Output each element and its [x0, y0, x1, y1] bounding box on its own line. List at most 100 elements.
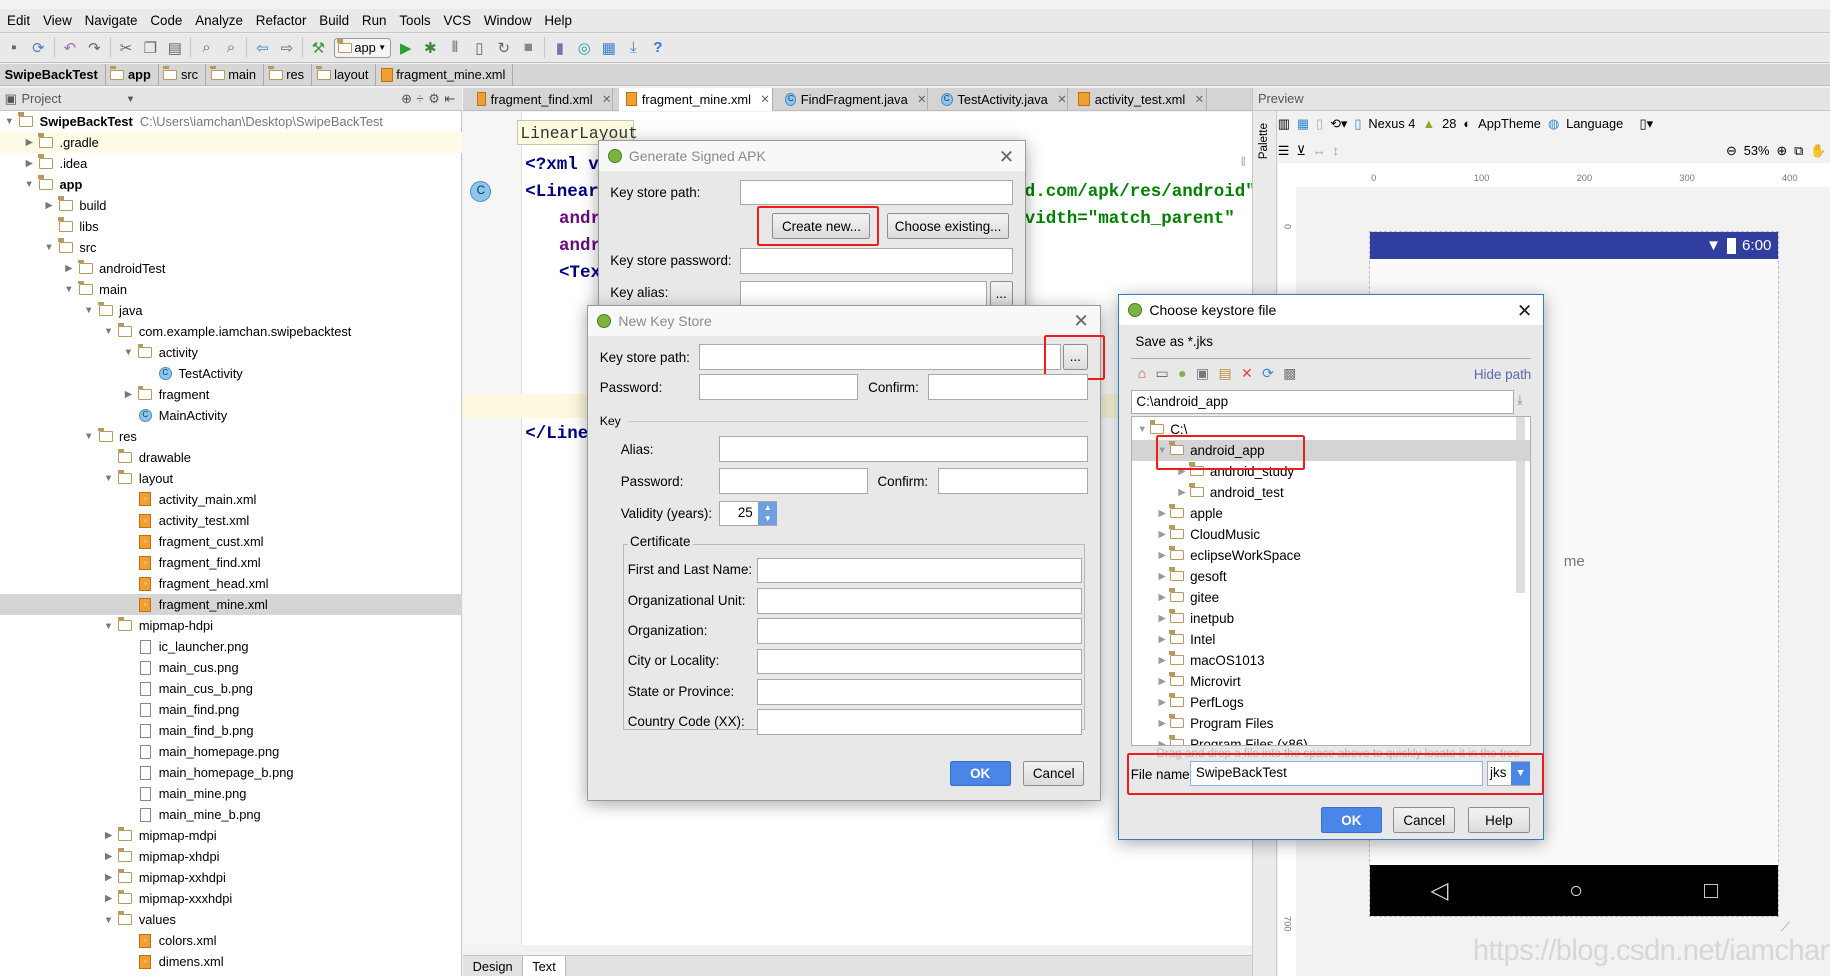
collapsed-arrow-icon[interactable]: ▶: [1154, 634, 1170, 645]
expanded-arrow-icon[interactable]: ▼: [102, 473, 116, 483]
directory-item[interactable]: ▶ CloudMusic: [1132, 524, 1530, 545]
ok-button[interactable]: OK: [1320, 807, 1382, 834]
tree-item[interactable]: ▼ layout: [0, 468, 462, 489]
collapsed-arrow-icon[interactable]: ▶: [102, 893, 116, 904]
design-view-icon[interactable]: ▥: [1278, 116, 1290, 132]
tree-item[interactable]: ▼ java: [0, 300, 462, 321]
api-select[interactable]: 28: [1442, 116, 1456, 131]
undo-icon[interactable]: ↶: [61, 39, 80, 58]
tree-item[interactable]: drawable: [0, 447, 462, 468]
make-hammer-icon[interactable]: ⚒: [309, 39, 328, 58]
tree-item[interactable]: ◦ fragment_mine.xml: [0, 594, 463, 616]
device-select[interactable]: Nexus 4: [1368, 116, 1415, 131]
refresh-icon[interactable]: ⟳: [1262, 365, 1274, 382]
copy-icon[interactable]: ❐: [141, 39, 160, 58]
menu-navigate[interactable]: Navigate: [85, 13, 138, 28]
expanded-arrow-icon[interactable]: ▼: [102, 621, 116, 631]
spinner-arrows-icon[interactable]: ▲ ▼: [758, 501, 778, 525]
key-alias-browse-button[interactable]: ...: [989, 281, 1013, 307]
menu-build[interactable]: Build: [319, 13, 349, 28]
expanded-arrow-icon[interactable]: ▼: [82, 305, 96, 315]
tree-item[interactable]: ▼ app: [0, 174, 462, 195]
tree-item[interactable]: ic_launcher.png: [0, 636, 462, 657]
delete-icon[interactable]: ✕: [1241, 365, 1253, 382]
tree-item[interactable]: ▶ mipmap-xxhdpi: [0, 867, 462, 888]
collapsed-arrow-icon[interactable]: ▶: [22, 158, 36, 169]
tree-item[interactable]: main_homepage.png: [0, 741, 462, 762]
tree-item[interactable]: ▶ mipmap-xhdpi: [0, 846, 462, 867]
apply-changes-icon[interactable]: ↻: [495, 39, 514, 58]
directory-item[interactable]: ▶ android_test: [1132, 482, 1530, 503]
paste-icon[interactable]: ▤: [166, 39, 185, 58]
directory-item[interactable]: ▶ macOS1013: [1132, 650, 1530, 671]
tree-item[interactable]: C TestActivity: [0, 363, 462, 384]
sdk-manager-icon[interactable]: ⤓: [624, 39, 643, 58]
collapsed-arrow-icon[interactable]: ▶: [1154, 655, 1170, 666]
cut-icon[interactable]: ✂: [117, 39, 136, 58]
path-history-icon[interactable]: ⤓: [1517, 392, 1523, 408]
directory-item[interactable]: ▶ inetpub: [1132, 608, 1530, 629]
locate-icon[interactable]: ⊕: [401, 91, 412, 107]
confirm-input[interactable]: [927, 374, 1088, 401]
blueprint-view-icon[interactable]: ▦: [1297, 116, 1309, 132]
path-input[interactable]: C:\android_app: [1130, 389, 1514, 415]
tree-item[interactable]: ▼ values: [0, 909, 462, 930]
module-folder-icon[interactable]: ▣: [1196, 365, 1209, 382]
menu-run[interactable]: Run: [362, 13, 387, 28]
directory-item[interactable]: ▶ PerfLogs: [1132, 692, 1530, 713]
expanded-arrow-icon[interactable]: ▼: [121, 347, 135, 357]
menu-help[interactable]: Help: [544, 13, 572, 28]
alias-input[interactable]: [718, 436, 1088, 462]
help-icon[interactable]: ?: [649, 39, 668, 58]
collapsed-arrow-icon[interactable]: ▶: [1154, 697, 1170, 708]
collapsed-arrow-icon[interactable]: ▶: [102, 851, 116, 862]
project-icon[interactable]: ●: [1178, 365, 1186, 382]
collapsed-arrow-icon[interactable]: ▶: [1154, 676, 1170, 687]
key-confirm-input[interactable]: [938, 467, 1088, 494]
directory-item[interactable]: ▶ eclipseWorkSpace: [1132, 545, 1530, 566]
close-icon[interactable]: ✕: [1517, 300, 1533, 322]
key-alias-input[interactable]: [739, 281, 988, 307]
collapsed-arrow-icon[interactable]: ▶: [22, 137, 36, 148]
hide-path-link[interactable]: Hide path: [1474, 367, 1531, 382]
menu-view[interactable]: View: [43, 13, 72, 28]
tree-item[interactable]: ▼ SwipeBackTest C:\Users\iamchan\Desktop\S…: [0, 111, 462, 132]
directory-item[interactable]: ▶ apple: [1132, 503, 1530, 524]
run-config-select[interactable]: app ▼: [333, 38, 391, 58]
breadcrumb-item[interactable]: main: [206, 63, 265, 86]
tree-item[interactable]: libs: [0, 216, 462, 237]
tree-item[interactable]: ◦ activity_main.xml: [0, 489, 462, 510]
show-hidden-icon[interactable]: ▩: [1283, 365, 1296, 382]
directory-item[interactable]: ▶ Program Files (x86): [1132, 734, 1530, 745]
tree-item[interactable]: ◦ fragment_cust.xml: [0, 531, 462, 552]
ok-button[interactable]: OK: [949, 760, 1011, 787]
collapsed-arrow-icon[interactable]: ▶: [121, 389, 135, 400]
certificate-field-input[interactable]: [757, 588, 1082, 614]
tree-item[interactable]: ▶ mipmap-xxxhdpi: [0, 888, 462, 909]
tree-item[interactable]: ▼ src: [0, 237, 462, 258]
run-icon[interactable]: ▶: [397, 39, 416, 58]
tab-testactivity-java[interactable]: C TestActivity.java ✕: [934, 87, 1068, 111]
tree-item[interactable]: C MainActivity: [0, 405, 462, 426]
tree-item[interactable]: main_mine.png: [0, 783, 462, 804]
collapsed-arrow-icon[interactable]: ▶: [1154, 529, 1170, 540]
key-store-password-input[interactable]: [739, 248, 1013, 275]
hide-icon[interactable]: ⇤: [444, 91, 455, 107]
tree-item[interactable]: ▼ mipmap-hdpi: [0, 615, 462, 636]
collapsed-arrow-icon[interactable]: ▶: [1154, 718, 1170, 729]
collapsed-arrow-icon[interactable]: ▶: [102, 830, 116, 841]
tree-item[interactable]: ◦ activity_test.xml: [0, 510, 462, 531]
choose-existing-button[interactable]: Choose existing...: [886, 213, 1010, 240]
breadcrumb-item[interactable]: app: [106, 63, 159, 86]
breadcrumb-item[interactable]: src: [159, 63, 207, 86]
save-icon[interactable]: ▪: [5, 39, 24, 58]
collapsed-arrow-icon[interactable]: ▶: [42, 200, 56, 211]
debug-icon[interactable]: ✱: [421, 39, 440, 58]
zoom-fit-icon[interactable]: ⧉: [1794, 143, 1803, 159]
certificate-field-input[interactable]: [757, 557, 1082, 584]
cancel-button[interactable]: Cancel: [1393, 807, 1456, 834]
help-button[interactable]: Help: [1468, 807, 1530, 834]
tree-item[interactable]: ▶ androidTest: [0, 258, 462, 279]
menu-tools[interactable]: Tools: [399, 13, 430, 28]
collapsed-arrow-icon[interactable]: ▶: [1154, 613, 1170, 624]
